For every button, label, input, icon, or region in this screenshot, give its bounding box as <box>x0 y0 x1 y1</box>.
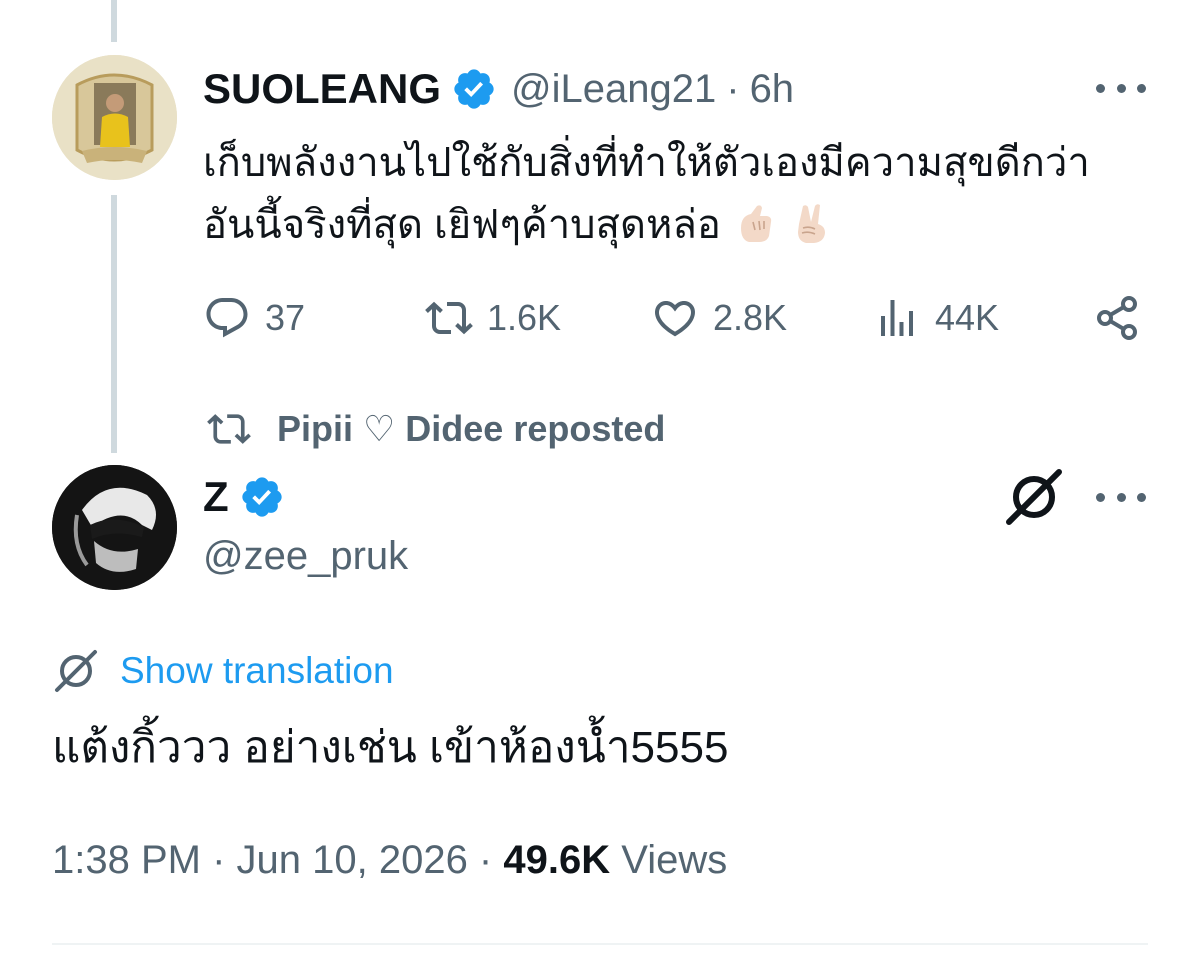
post-text-content: เก็บพลังงานไปใช้กับสิ่งที่ทำให้ตัวเองมีค… <box>203 141 1090 247</box>
post-timestamp[interactable]: 1:38 PM · Jun 10, 2026 · <box>52 838 503 882</box>
like-button[interactable]: 2.8K <box>651 288 787 348</box>
avatar-image <box>52 465 177 590</box>
separator: · <box>726 66 740 111</box>
post-text: เก็บพลังงานไปใช้กับสิ่งที่ทำให้ตัวเองมีค… <box>203 132 1143 256</box>
views-button[interactable]: 44K <box>873 288 999 348</box>
reply-icon <box>206 298 248 338</box>
post-actions: 37 1.6K 2.8K 44K <box>203 288 1148 348</box>
display-name[interactable]: Z <box>203 473 229 521</box>
post-header: Z <box>203 470 299 524</box>
repost-icon <box>425 301 473 335</box>
handle[interactable]: @iLeang21 <box>511 67 716 112</box>
finger-heart-emoji <box>740 205 772 242</box>
grok-icon[interactable] <box>1003 466 1065 528</box>
tweet-detail-page: SUOLEANG @iLeang21 · 6h เก็บพลังงานไปใช้… <box>0 0 1200 957</box>
avatar[interactable] <box>52 55 177 180</box>
heart-icon <box>654 301 696 337</box>
display-name[interactable]: SUOLEANG <box>203 65 441 113</box>
repost-notice[interactable]: Pipii ♡ Didee reposted <box>203 404 665 454</box>
like-count: 2.8K <box>713 297 788 338</box>
post-text: แต้งกิ้ววว อย่างเช่น เข้าห้องน้ำ5555 <box>52 723 729 772</box>
share-button[interactable] <box>1093 288 1141 348</box>
share-icon <box>1097 296 1137 340</box>
handle[interactable]: @zee_pruk <box>203 534 408 579</box>
avatar-image <box>52 55 177 180</box>
victory-hand-emoji <box>797 204 825 243</box>
post-meta: 1:38 PM · Jun 10, 2026 · 49.6K Views <box>52 838 727 883</box>
repost-button[interactable]: 1.6K <box>425 288 561 348</box>
more-options-icon[interactable] <box>1096 78 1146 98</box>
reply-count: 37 <box>265 297 306 338</box>
views-label: Views <box>610 838 728 882</box>
views-icon <box>881 300 913 336</box>
verified-badge-icon[interactable] <box>451 66 497 112</box>
show-translation[interactable]: Show translation <box>52 646 394 696</box>
verified-badge-icon[interactable] <box>239 474 285 520</box>
thread-line <box>111 195 117 453</box>
more-options-icon[interactable] <box>1096 487 1146 507</box>
avatar[interactable] <box>52 465 177 590</box>
post-header: SUOLEANG @iLeang21 · 6h <box>203 62 794 116</box>
repost-count: 1.6K <box>487 297 562 338</box>
show-translation-link[interactable]: Show translation <box>120 650 394 692</box>
divider <box>52 943 1148 945</box>
views-count: 44K <box>935 297 1000 338</box>
reply-button[interactable]: 37 <box>203 288 305 348</box>
views-total: 49.6K <box>503 838 611 882</box>
post-time[interactable]: 6h <box>750 67 795 112</box>
grok-icon <box>55 650 97 692</box>
repost-icon <box>207 414 251 444</box>
repost-notice-text: Pipii ♡ Didee reposted <box>277 408 666 449</box>
thread-line <box>111 0 117 42</box>
